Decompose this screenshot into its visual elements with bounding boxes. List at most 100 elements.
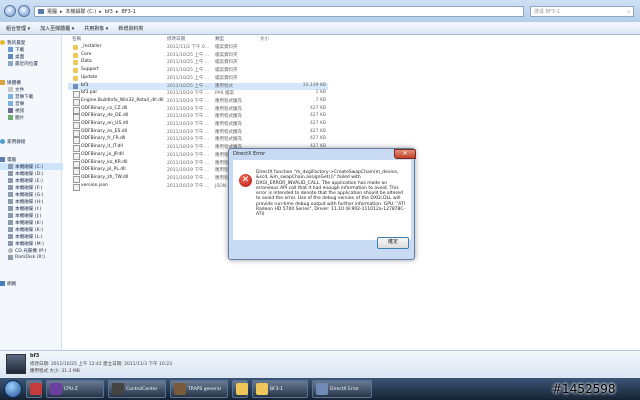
sidebar-item-drive-i[interactable]: 本機磁碟 (I:): [0, 205, 70, 212]
file-type: 檔案資料夾: [215, 60, 238, 66]
file-row[interactable]: Update 2011/10/25 上午 ... 檔案資料夾: [68, 75, 328, 83]
file-row[interactable]: Core 2011/10/25 上午 ... 檔案資料夾: [68, 52, 328, 60]
taskbar-item-controlcenter[interactable]: ControlCenter: [108, 380, 166, 398]
breadcrumb-drive-c[interactable]: 本機磁碟 (C:): [66, 8, 97, 15]
watermark-text: #1452598: [552, 382, 616, 396]
include-library-button[interactable]: 加入至媒體櫃 ▾: [40, 25, 74, 32]
ok-button[interactable]: 確定: [377, 237, 409, 249]
sidebar-item-music[interactable]: 音樂: [0, 100, 70, 107]
search-input[interactable]: 搜尋 BF3-1 ⌕: [530, 6, 634, 17]
sidebar-item-drive-e[interactable]: 本機磁碟 (E:): [0, 177, 70, 184]
forward-button[interactable]: ›: [18, 5, 30, 17]
drive-icon: [8, 178, 13, 183]
file-row[interactable]: Support 2011/10/25 上午 ... 檔案資料夾: [68, 67, 328, 75]
sidebar-item-drive-j[interactable]: 本機磁碟 (J:): [0, 212, 70, 219]
command-toolbar: 組合管理 ▾ 加入至媒體櫃 ▾ 共用對象 ▾ 新增資料夾: [0, 22, 640, 35]
file-row[interactable]: bf3 2011/10/25 上午 ... 應用程式 32,139 KB: [68, 82, 328, 90]
organize-button[interactable]: 組合管理 ▾: [6, 25, 30, 32]
column-header-size[interactable]: 大小: [260, 36, 269, 42]
sidebar-item-pictures[interactable]: 圖片: [0, 114, 70, 121]
taskbar-item-folder[interactable]: [232, 380, 248, 398]
file-row[interactable]: ODFBinary_fr_FR.dll 2011/10/19 下午 ... 應用程式…: [68, 136, 328, 145]
file-date: 2011/10/25 上午 ...: [167, 83, 210, 89]
file-row[interactable]: ODFBinary_en_US.dll 2011/10/19 下午 ... 應用程式…: [68, 121, 328, 129]
file-date: 2011/10/19 下午 ...: [167, 122, 210, 127]
breadcrumb-bf3-1[interactable]: BF3-1: [121, 9, 135, 15]
sidebar-item-drive-g[interactable]: 本機磁碟 (G:): [0, 191, 70, 198]
sidebar-item-desktop[interactable]: 桌面: [0, 53, 70, 60]
sidebar-item-drive-m[interactable]: 本機磁碟 (M:): [0, 240, 70, 247]
taskbar-pinned-app[interactable]: [26, 380, 42, 398]
sidebar-item-drive-f[interactable]: 本機磁碟 (F:): [0, 184, 70, 191]
file-date: 2011/10/19 下午 ...: [167, 114, 210, 120]
file-name: Support: [81, 67, 99, 73]
dialog-body: ✕ DirectX function "m_dxgiFactory->Creat…: [233, 160, 411, 240]
file-type: 檔案資料夾: [215, 68, 238, 74]
sidebar-item-ramdisk[interactable]: RamDisk (R:): [0, 254, 70, 261]
drive-icon: [8, 220, 13, 225]
address-input[interactable]: 電腦 ▸ 本機磁碟 (C:) ▸ bf3 ▸ BF3-1: [34, 6, 524, 17]
taskbar-item-bf3-1[interactable]: BF3-1: [252, 380, 308, 398]
sidebar-item-drive-h[interactable]: 本機磁碟 (H:): [0, 198, 70, 205]
taskbar-item-cpuz[interactable]: CPU-Z: [46, 380, 104, 398]
app-icon: [30, 383, 42, 395]
file-name: ODFBinary_en_US.dll: [81, 121, 129, 126]
file-date: 2011/10/19 下午 ...: [167, 98, 210, 104]
sidebar-item-drive-l[interactable]: 本機磁碟 (L:): [0, 233, 70, 240]
sidebar-network[interactable]: 網路: [0, 280, 62, 287]
sidebar-item-drive-k2[interactable]: 本機磁碟 (K:): [0, 226, 70, 233]
sidebar-item-drive-k[interactable]: 本機磁碟 (K:): [0, 219, 70, 226]
sidebar-favorites[interactable]: 我的最愛: [0, 39, 62, 46]
sidebar-item-cd-drive[interactable]: CD 光碟機 (P:): [0, 247, 70, 254]
sidebar-item-music-downloads[interactable]: 音樂下載: [0, 93, 70, 100]
close-icon: ✕: [402, 150, 408, 157]
file-name: ODFBinary_ko_KR.dll: [81, 159, 128, 165]
file-row[interactable]: ODFBinary_de_DE.dll 2011/10/19 下午 ... 應用程式…: [68, 113, 328, 122]
taskbar-item-traps-general[interactable]: TRAPS general: [170, 380, 228, 398]
sidebar-item-recent[interactable]: 最近的位置: [0, 60, 70, 67]
file-type: 應用程式: [215, 83, 233, 89]
drive-icon: [8, 213, 13, 218]
file-row[interactable]: _Installer 2011/11/2 下午 0... 檔案資料夾: [68, 44, 328, 52]
file-name: ODFBinary_it_IT.dll: [81, 144, 123, 150]
file-type: 應用程式擴充: [215, 137, 242, 143]
new-folder-button[interactable]: 新增資料夾: [118, 25, 143, 32]
file-date: 2011/10/19 下午 ...: [167, 152, 210, 158]
sidebar-item-documents[interactable]: 文件: [0, 86, 70, 93]
sidebar-item-videos[interactable]: 視訊: [0, 107, 70, 114]
error-window-icon: [316, 383, 328, 395]
file-size: 427 KB: [309, 136, 326, 142]
music-icon: [8, 101, 13, 106]
file-row[interactable]: ODFBinary_cs_CZ.dll 2011/10/19 下午 ... 應用程式…: [68, 106, 328, 114]
sidebar-item-drive-d[interactable]: 本機磁碟 (D:): [0, 170, 70, 177]
application-icon: [73, 83, 78, 89]
file-row[interactable]: Data 2011/10/25 上午 ... 檔案資料夾: [68, 59, 328, 67]
sidebar-item-drive-c[interactable]: 本機磁碟 (C:): [0, 163, 70, 170]
file-row[interactable]: Engine.BuildInfo_Win32_Retail_dll.dll 201…: [68, 98, 328, 106]
file-date: 2011/10/19 下午 ...: [167, 183, 210, 189]
folder-icon: [256, 383, 268, 395]
file-type: 應用程式擴充: [215, 129, 242, 135]
back-button[interactable]: ‹: [4, 5, 16, 17]
start-button[interactable]: [4, 380, 22, 398]
details-pane: bf3 修改日期: 2011/10/25 上午 12:42 建立日期: 2011…: [0, 350, 640, 378]
column-header-type[interactable]: 類型: [215, 36, 224, 42]
sidebar-item-downloads[interactable]: 下載: [0, 46, 70, 53]
sidebar-computer[interactable]: 電腦: [0, 156, 62, 163]
close-button[interactable]: ✕: [394, 149, 416, 159]
folder-icon: [73, 68, 78, 74]
column-header-name[interactable]: 名稱: [72, 36, 81, 42]
breadcrumb-bf3[interactable]: bf3: [105, 9, 113, 15]
breadcrumb-computer[interactable]: 電腦: [47, 8, 57, 15]
recent-icon: [8, 61, 13, 66]
file-size: 427 KB: [309, 121, 326, 126]
sidebar-homegroup[interactable]: 家用群組: [0, 138, 62, 145]
column-header-date[interactable]: 修改日期: [167, 36, 185, 42]
search-placeholder: 搜尋 BF3-1: [534, 9, 561, 15]
sidebar-libraries[interactable]: 媒體櫃: [0, 79, 62, 86]
dialog-title: DirectX Error: [233, 151, 266, 157]
file-row[interactable]: bf3.par 2011/10/19 下午 ... PAR 檔案 1 KB: [68, 90, 328, 99]
taskbar-item-directx-error[interactable]: DirectX Error: [312, 380, 372, 398]
file-date: 2011/10/19 下午 ...: [167, 175, 210, 181]
share-button[interactable]: 共用對象 ▾: [84, 25, 108, 32]
